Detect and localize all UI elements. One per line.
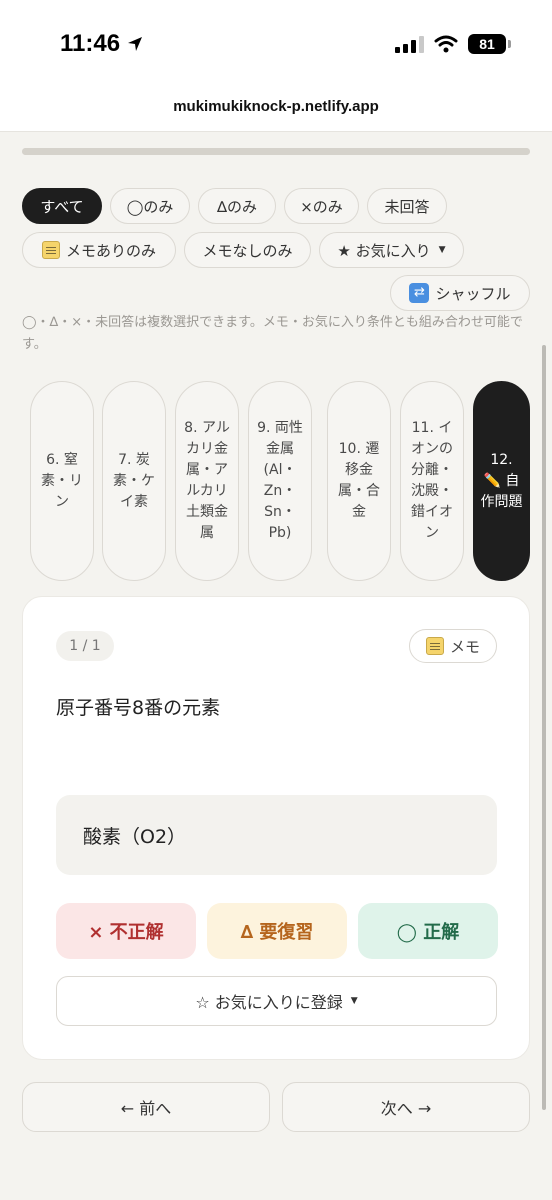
browser-url-bar[interactable]: mukimukiknock-p.netlify.app — [0, 90, 552, 132]
filter-no-memo-chip[interactable]: メモなしのみ — [184, 232, 311, 268]
filter-unanswered-label: 未回答 — [384, 197, 430, 216]
status-icons: 81 — [395, 34, 511, 54]
memo-button-label: メモ — [449, 637, 480, 656]
category-label: 7. 炭素・ケイ素 — [113, 451, 155, 510]
next-button[interactable]: 次へ → — [282, 1082, 530, 1132]
add-favorite-dropdown[interactable]: ☆ お気に入りに登録 ▼ — [56, 976, 497, 1026]
category-tab-10[interactable]: 10. 遷移金属・合金 — [327, 381, 391, 581]
memo-button[interactable]: メモ — [409, 629, 497, 663]
filter-unanswered-chip[interactable]: 未回答 — [367, 188, 447, 224]
category-label: 9. 両性金属 (Al・Zn・Sn・Pb) — [257, 420, 303, 541]
category-tab-11[interactable]: 11. イオンの分離・沈殿・錯イオン — [400, 381, 464, 581]
category-tab-6[interactable]: 6. 窒素・リン — [30, 381, 94, 581]
filter-favorites-label: ★ お気に入り — [337, 241, 431, 260]
add-favorite-label: ☆ お気に入りに登録 — [195, 993, 343, 1012]
category-label: 6. 窒素・リン — [41, 451, 83, 510]
prev-label: ← 前へ — [120, 1099, 172, 1118]
answer-text: 酸素（O2） — [83, 825, 187, 848]
scrollbar[interactable] — [542, 345, 546, 1110]
shuffle-label: シャッフル — [435, 284, 511, 303]
category-tab-8[interactable]: 8. アルカリ金属・アルカリ土類金属 — [175, 381, 239, 581]
mark-correct-button[interactable]: ◯ 正解 — [358, 903, 498, 959]
mark-wrong-button[interactable]: × 不正解 — [56, 903, 196, 959]
category-tab-7[interactable]: 7. 炭素・ケイ素 — [102, 381, 166, 581]
answer-box: 酸素（O2） — [56, 795, 497, 875]
filter-cross-label: ×のみ — [300, 197, 343, 216]
filter-triangle-chip[interactable]: ∆のみ — [198, 188, 276, 224]
filter-no-memo-label: メモなしのみ — [202, 241, 293, 260]
mark-wrong-label: × 不正解 — [88, 922, 164, 943]
question-text: 原子番号8番の元素 — [56, 697, 221, 719]
progress-bar — [22, 148, 530, 155]
progress-fill — [22, 148, 530, 155]
mark-correct-label: ◯ 正解 — [396, 922, 460, 943]
category-label: 10. 遷移金属・合金 — [338, 441, 380, 520]
caret-down-icon: ▼ — [438, 245, 446, 255]
category-label: 11. イオンの分離・沈殿・錯イオン — [411, 420, 453, 541]
category-tab-9[interactable]: 9. 両性金属 (Al・Zn・Sn・Pb) — [248, 381, 312, 581]
location-arrow-icon — [128, 37, 143, 51]
filter-circle-chip[interactable]: ◯のみ — [110, 188, 190, 224]
filter-favorites-dropdown[interactable]: ★ お気に入り ▼ — [319, 232, 464, 268]
filter-memo-chip[interactable]: メモありのみ — [22, 232, 176, 268]
battery-icon: 81 — [468, 34, 511, 54]
category-label: 8. アルカリ金属・アルカリ土類金属 — [184, 420, 230, 541]
memo-icon — [425, 637, 444, 655]
filter-all-chip[interactable]: すべて — [22, 188, 102, 224]
mark-review-label: ∆ 要復習 — [240, 922, 314, 943]
status-time: 11:46 — [60, 30, 144, 58]
wifi-icon — [434, 35, 458, 53]
question-card: 1 / 1 メモ 原子番号8番の元素 酸素（O2） × 不正解 ∆ 要復習 ◯ … — [22, 596, 530, 1060]
filter-memo-label: メモありのみ — [65, 241, 156, 260]
shuffle-icon: ⇄ — [409, 283, 430, 303]
battery-level: 81 — [479, 36, 495, 52]
filter-circle-label: ◯のみ — [126, 197, 174, 216]
cellular-signal-icon — [395, 35, 424, 53]
question-counter: 1 / 1 — [56, 631, 114, 661]
category-tab-12[interactable]: 12. ✏️ 自作問題 — [473, 381, 530, 581]
memo-icon — [41, 241, 60, 259]
filter-all-label: すべて — [40, 197, 84, 216]
prev-button[interactable]: ← 前へ — [22, 1082, 270, 1132]
mark-review-button[interactable]: ∆ 要復習 — [207, 903, 347, 959]
filter-cross-chip[interactable]: ×のみ — [284, 188, 359, 224]
next-label: 次へ → — [380, 1099, 432, 1118]
url-text: mukimukiknock-p.netlify.app — [173, 98, 379, 115]
status-bar: 11:46 81 — [0, 0, 552, 90]
shuffle-button[interactable]: ⇄ シャッフル — [390, 275, 530, 311]
clock-text: 11:46 — [60, 30, 121, 57]
filter-triangle-label: ∆のみ — [216, 197, 258, 216]
filter-hint-text: ◯・∆・×・未回答は複数選択できます。メモ・お気に入り条件とも組み合わせ可能です… — [22, 315, 523, 352]
category-label: 12. ✏️ 自作問題 — [480, 451, 523, 510]
caret-down-icon: ▼ — [350, 996, 358, 1006]
